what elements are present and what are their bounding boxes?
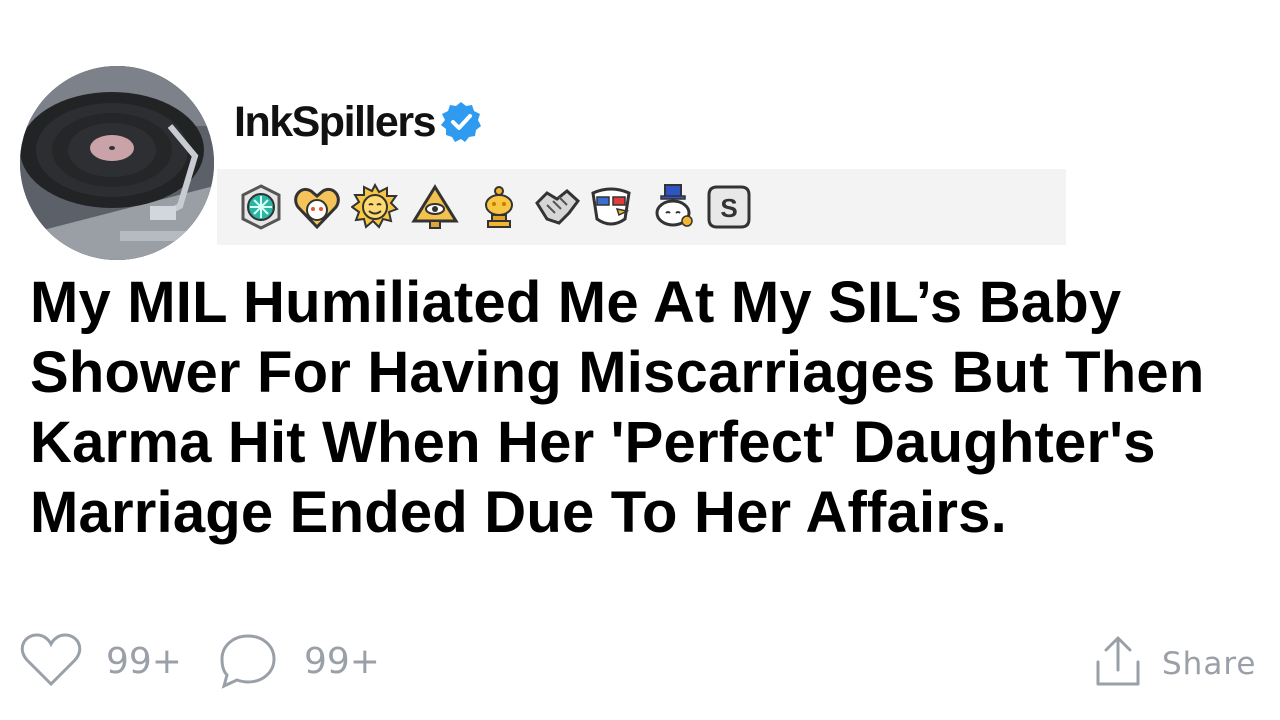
comment-count: 99+: [304, 641, 380, 682]
svg-text:S: S: [720, 193, 737, 223]
share-button[interactable]: Share: [1162, 644, 1256, 684]
timeless-beauty-award-icon[interactable]: [237, 183, 285, 231]
sunny-face-award-icon[interactable]: [351, 183, 399, 231]
author-row: InkSpillers: [234, 94, 483, 150]
record-player-avatar-icon: [20, 66, 214, 260]
share-upload-icon[interactable]: [1094, 634, 1142, 688]
handshake-award-icon[interactable]: [533, 183, 581, 231]
author-username[interactable]: InkSpillers: [234, 98, 436, 147]
verified-check-icon: [440, 102, 481, 142]
eagle-freedom-award-icon[interactable]: [587, 183, 635, 231]
post-actions: 99+ 99+ Share: [0, 630, 1280, 692]
post-title[interactable]: My MIL Humiliated Me At My SIL’s Baby Sh…: [30, 268, 1270, 548]
gold-trophy-award-icon[interactable]: [475, 183, 523, 231]
heart-icon[interactable]: [20, 632, 82, 688]
comment-bubble-icon[interactable]: [218, 632, 278, 690]
wholesome-heart-award-icon[interactable]: [293, 183, 341, 231]
illuminati-pyramid-award-icon[interactable]: [411, 183, 459, 231]
author-avatar[interactable]: [20, 66, 214, 260]
like-count: 99+: [106, 641, 182, 682]
awards-bar: S: [217, 169, 1066, 245]
snoo-tophat-award-icon[interactable]: [649, 183, 697, 231]
silver-s-award-icon[interactable]: S: [705, 183, 753, 231]
